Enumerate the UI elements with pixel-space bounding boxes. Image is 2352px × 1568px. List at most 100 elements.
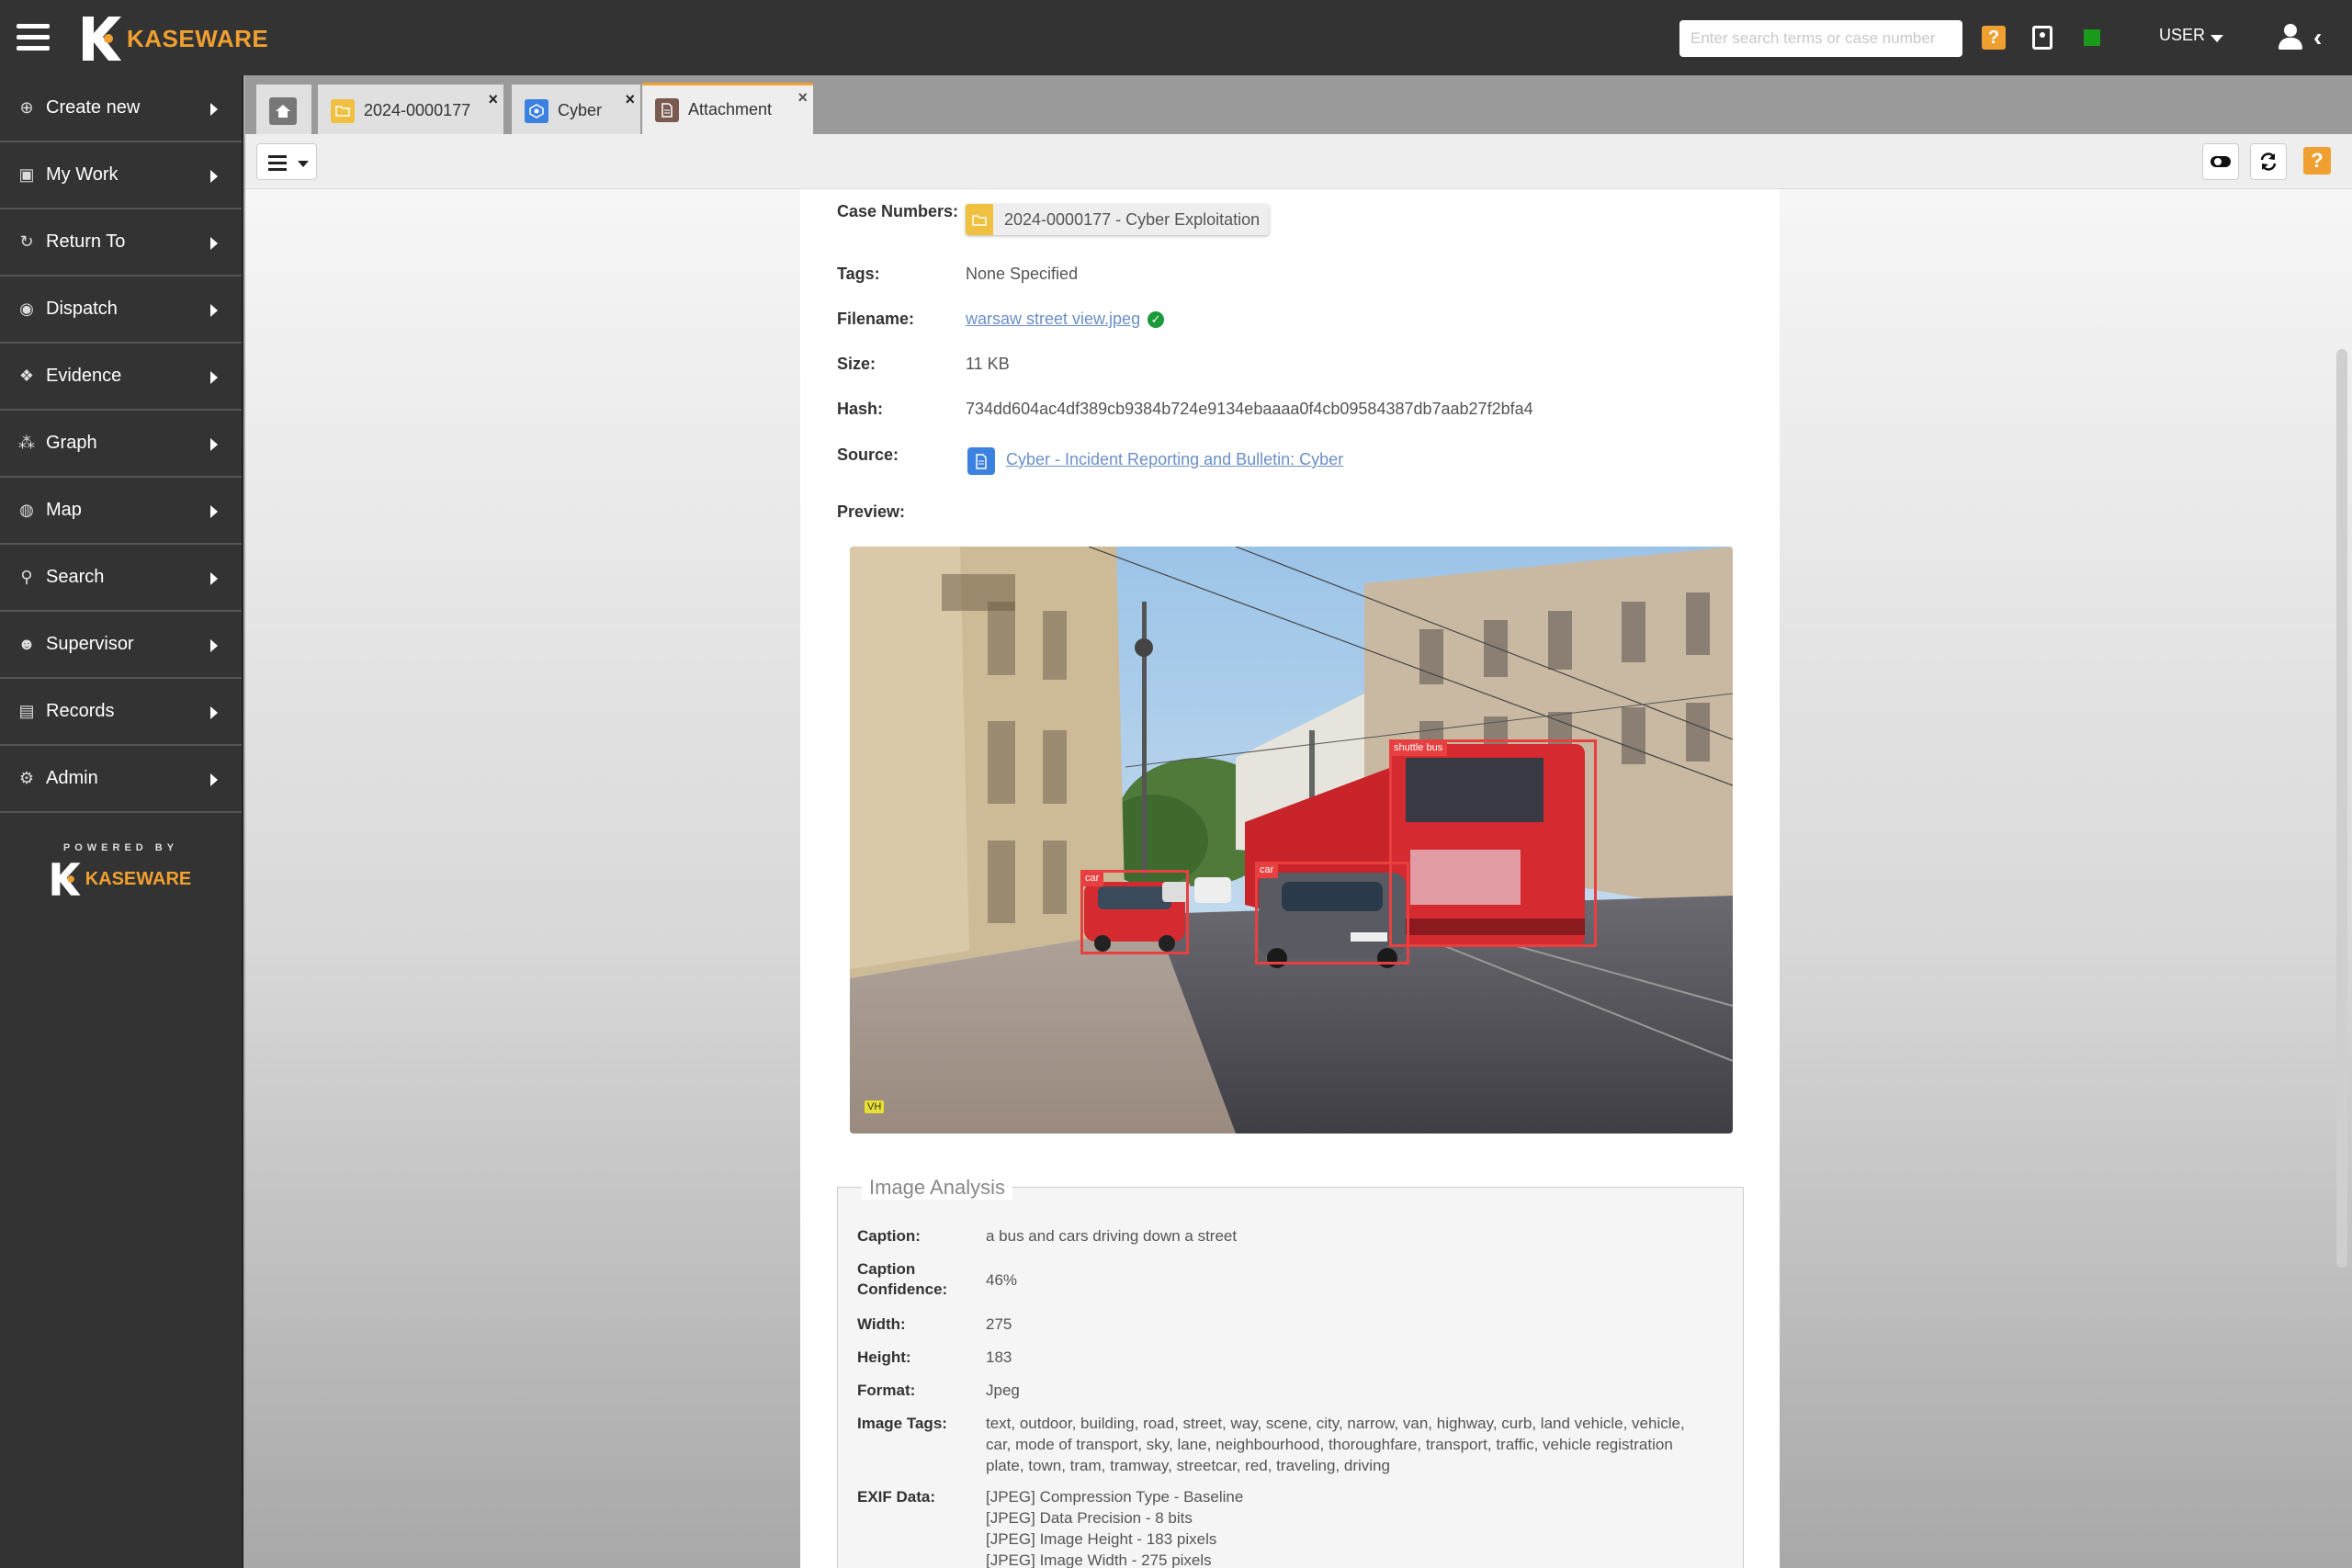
tab-strip: 2024-0000177 × Cyber × Attachment × [245, 75, 2352, 134]
source-link[interactable]: Cyber - Incident Reporting and Bulletin:… [1006, 450, 1343, 469]
sidebar-item-label: Records [46, 701, 115, 721]
caption-confidence-value: 46% [986, 1271, 1018, 1289]
plus-circle-icon: ⊕ [19, 98, 34, 117]
sidebar-item-search[interactable]: ⚲ Search [0, 545, 242, 612]
sidebar-item-label: Create new [46, 97, 141, 118]
exif-line: [JPEG] Data Precision - 8 bits [986, 1509, 1193, 1527]
street-scene-illustration [850, 547, 1733, 1134]
caret-down-icon [298, 161, 309, 167]
user-menu-label[interactable]: USER [2159, 26, 2205, 45]
detection-label: car [1255, 862, 1279, 878]
home-icon [269, 96, 297, 125]
watermark-badge: VH [865, 1100, 885, 1113]
sidebar-item-label: Search [46, 567, 105, 587]
gears-icon: ⚙ [18, 769, 35, 787]
caret-right-icon [210, 304, 218, 317]
powered-by-logo: KASEWARE [51, 861, 192, 897]
caption-label: Caption: [857, 1227, 921, 1245]
sidebar-item-label: Supervisor [46, 634, 134, 654]
tab-case[interactable]: 2024-0000177 × [318, 85, 503, 134]
detection-box-shuttle-bus: shuttle bus [1389, 739, 1597, 947]
exif-data-label: EXIF Data: [857, 1488, 936, 1506]
sidebar-item-evidence[interactable]: ❖ Evidence [0, 344, 242, 411]
briefcase-icon: ▣ [18, 165, 35, 184]
status-indicator-icon [2084, 29, 2100, 46]
caret-right-icon [210, 639, 218, 652]
powered-by-logo-text: KASEWARE [85, 868, 192, 889]
close-icon[interactable]: × [797, 89, 808, 106]
height-label: Height: [857, 1348, 911, 1366]
sidebar-item-admin[interactable]: ⚙ Admin [0, 746, 242, 813]
tab-home[interactable] [256, 85, 311, 134]
sidebar-item-graph[interactable]: ⁂ Graph [0, 411, 242, 478]
user-avatar-icon[interactable] [2278, 24, 2302, 51]
kaseware-k-icon [83, 17, 121, 61]
contact-card-icon[interactable] [2032, 26, 2052, 50]
caret-down-icon[interactable] [2211, 35, 2223, 42]
exif-line: [JPEG] Image Height - 183 pixels [986, 1530, 1217, 1548]
refresh-button[interactable] [2250, 143, 2287, 180]
podcast-icon: ◉ [19, 299, 34, 318]
file-icon: ▤ [18, 702, 35, 720]
actions-menu-button[interactable] [256, 143, 317, 180]
document-icon [967, 447, 995, 475]
help-icon[interactable]: ? [1982, 26, 2006, 50]
caret-right-icon [210, 505, 218, 518]
case-number-value: 2024-0000177 - Cyber Exploitation [1004, 209, 1261, 229]
toggle-button[interactable] [2202, 143, 2239, 180]
cyber-icon [525, 98, 548, 123]
sidebar-item-supervisor[interactable]: ☻ Supervisor [0, 612, 242, 679]
width-value: 275 [986, 1315, 1012, 1333]
toggle-icon [2211, 156, 2231, 167]
sidebar-item-dispatch[interactable]: ◉ Dispatch [0, 276, 242, 344]
tab-label: Cyber [558, 101, 603, 119]
help-icon[interactable]: ? [2303, 147, 2331, 175]
size-label: Size: [837, 355, 876, 373]
scrollbar[interactable] [2336, 349, 2347, 1268]
hash-value: 734dd604ac4df389cb9384b724e9134ebaaaa0f4… [966, 400, 1533, 418]
detection-label: car [1080, 870, 1104, 886]
caption-value: a bus and cars driving down a street [986, 1227, 1238, 1245]
kaseware-logo[interactable]: KASEWARE [81, 15, 268, 62]
top-bar: KASEWARE ? USER ‹ [0, 0, 2352, 75]
source-label: Source: [837, 446, 899, 464]
search-icon: ⚲ [20, 568, 33, 586]
close-icon[interactable]: × [488, 91, 498, 107]
folder-icon [331, 98, 355, 123]
collapse-chevron-icon[interactable]: ‹ [2313, 25, 2322, 51]
cubes-icon: ❖ [18, 367, 35, 385]
list-icon [268, 155, 287, 175]
hamburger-menu-icon[interactable] [17, 24, 50, 51]
sidebar-item-map[interactable]: ◍ Map [0, 478, 242, 545]
image-analysis-title: Image Analysis [862, 1176, 1012, 1200]
format-value: Jpeg [986, 1382, 1020, 1399]
case-number-chip[interactable]: 2024-0000177 - Cyber Exploitation [966, 204, 1270, 235]
filename-label: Filename: [837, 310, 915, 328]
sidebar-item-label: Graph [46, 433, 97, 453]
sidebar-item-my-work[interactable]: ▣ My Work [0, 142, 242, 209]
tags-value: None Specified [966, 265, 1079, 283]
close-icon[interactable]: × [625, 91, 635, 107]
hash-label: Hash: [837, 400, 884, 418]
powered-by-label: POWERED BY [62, 842, 179, 853]
exif-line: [JPEG] Compression Type - Baseline [986, 1488, 1244, 1506]
kaseware-k-icon [51, 863, 81, 896]
sidebar-item-records[interactable]: ▤ Records [0, 679, 242, 746]
detection-box-car: car [1080, 870, 1189, 954]
preview-label: Preview: [837, 502, 906, 521]
image-tags-label: Image Tags: [857, 1415, 947, 1432]
sidebar-item-create-new[interactable]: ⊕ Create new [0, 75, 242, 142]
format-label: Format: [857, 1382, 916, 1399]
global-search-input[interactable] [1679, 20, 1962, 57]
image-analysis-fieldset [837, 1187, 1744, 1568]
tab-attachment[interactable]: Attachment × [642, 83, 813, 134]
users-icon: ☻ [17, 635, 36, 653]
filename-link[interactable]: warsaw street view.jpeg [966, 310, 1140, 328]
attachment-icon [655, 97, 679, 122]
logo-text: KASEWARE [127, 24, 269, 52]
tab-cyber[interactable]: Cyber × [512, 85, 640, 134]
attachment-preview-image[interactable]: shuttle bus car car VH [850, 547, 1733, 1134]
sidebar-item-return-to[interactable]: ↻ Return To [0, 209, 242, 276]
filename-row: warsaw street view.jpeg ✓ [966, 310, 1165, 329]
caret-right-icon [210, 237, 218, 250]
